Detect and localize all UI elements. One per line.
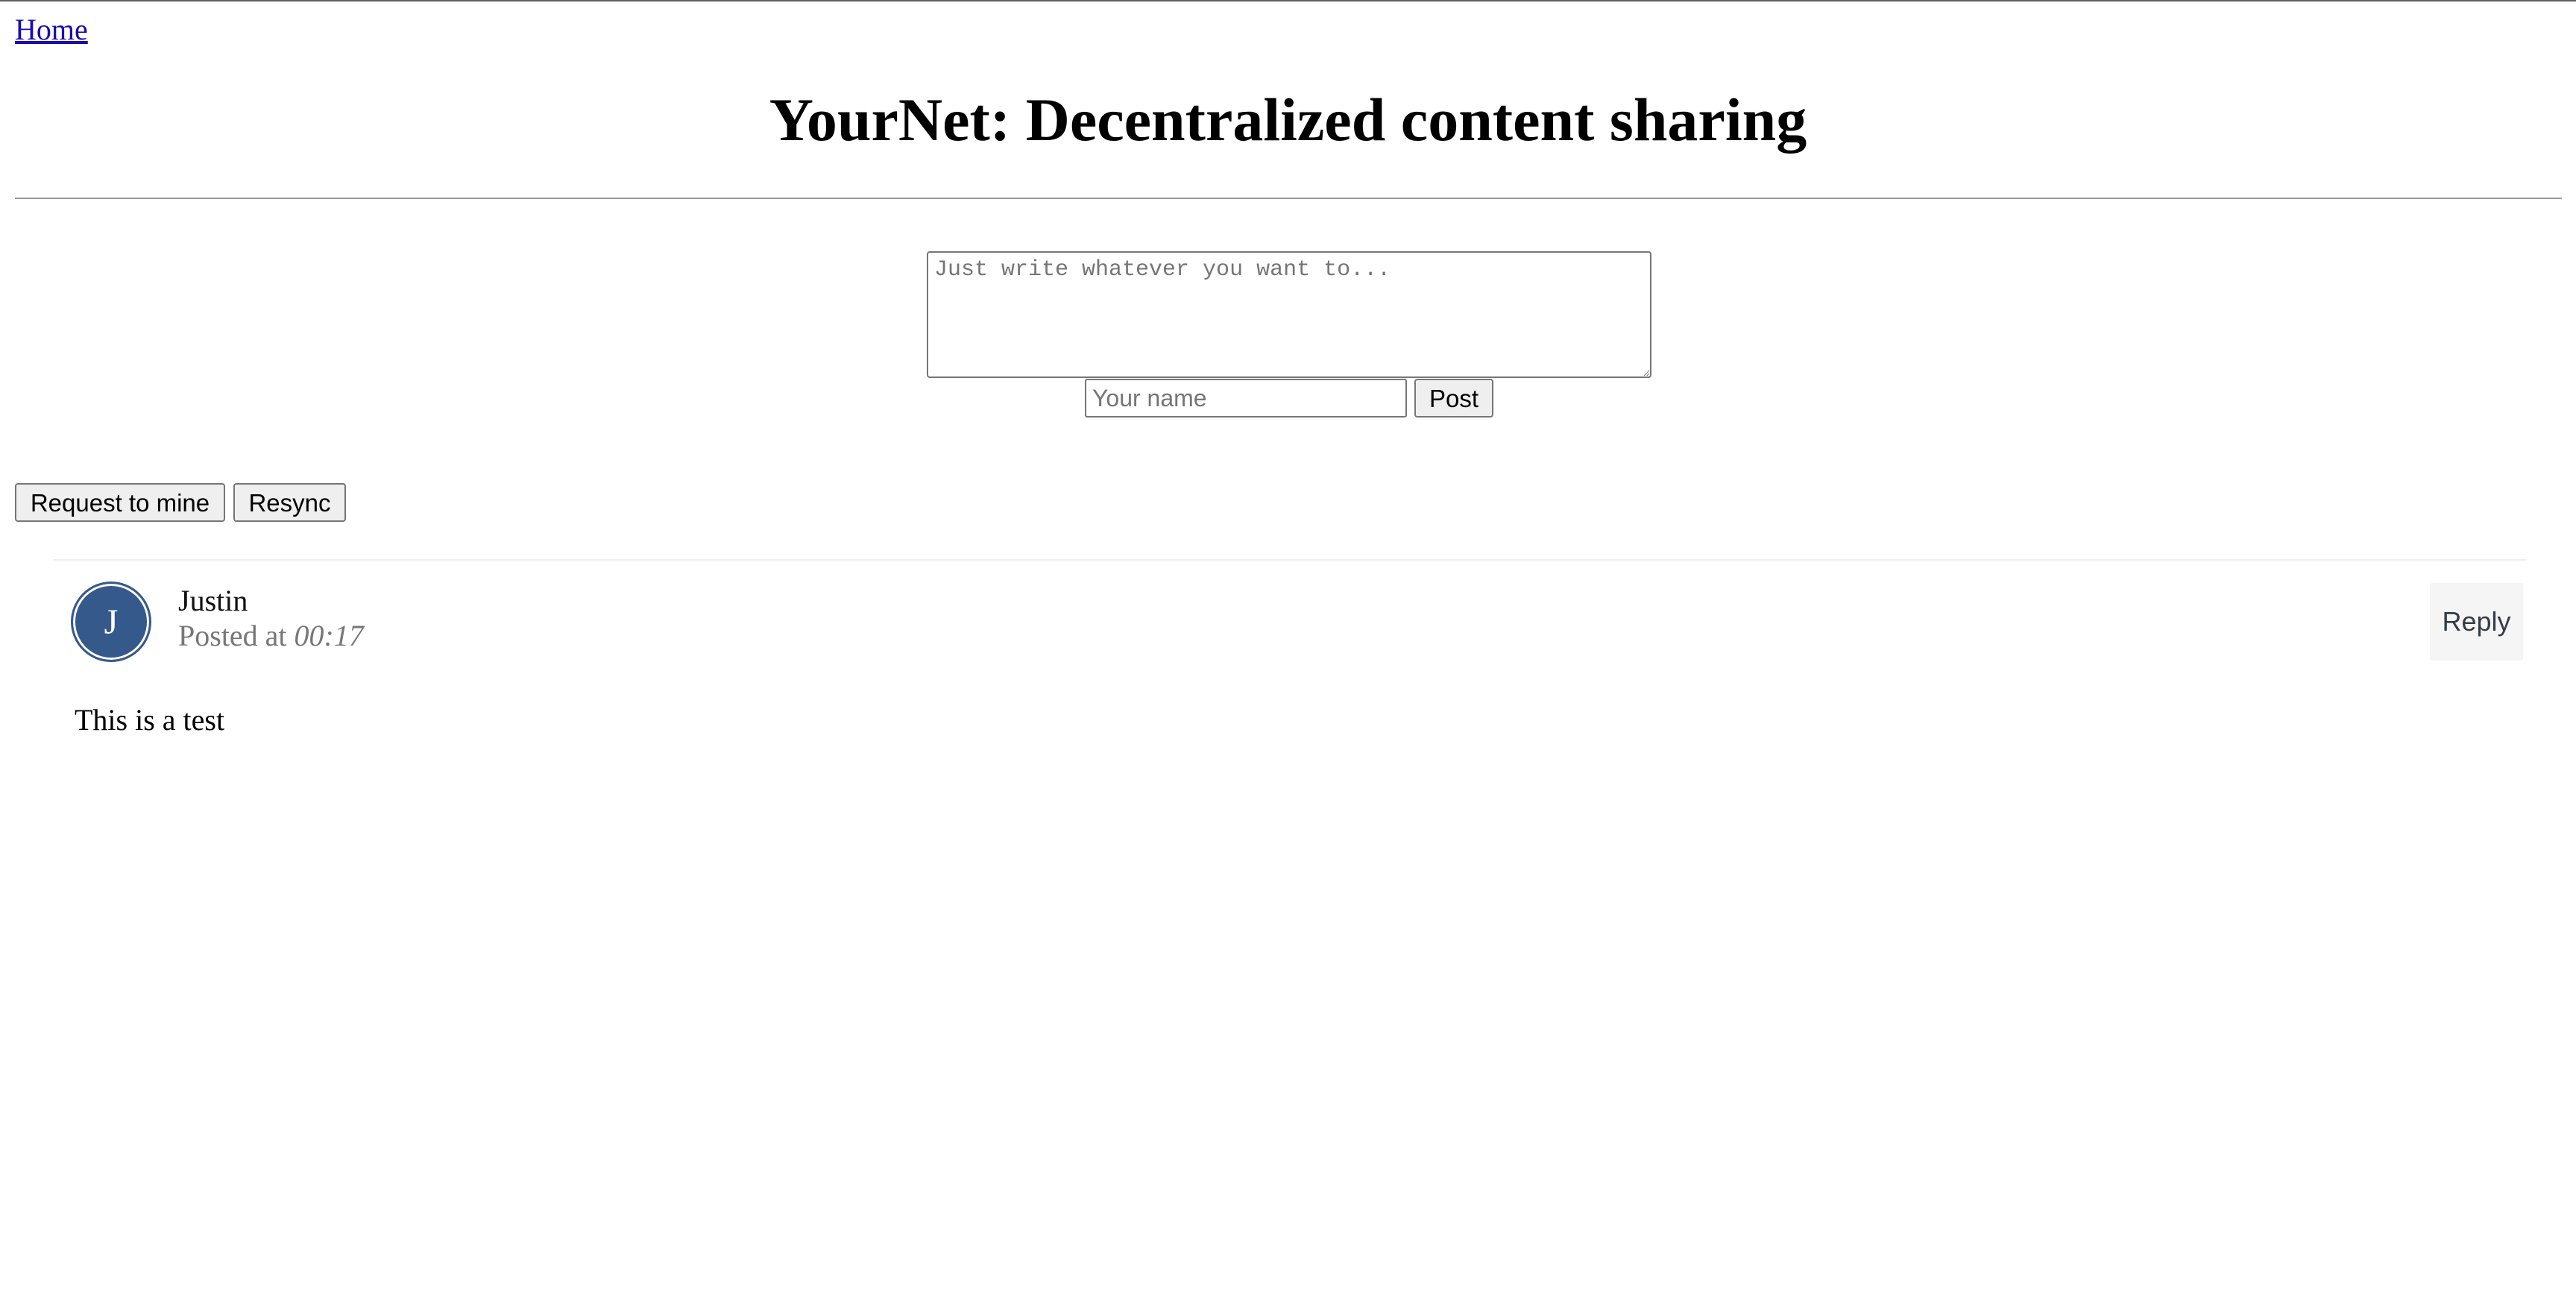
reply-button[interactable]: Reply: [2430, 583, 2523, 661]
home-link[interactable]: Home: [15, 15, 88, 45]
post-timestamp-line: Posted at 00:17: [178, 620, 364, 652]
request-to-mine-button[interactable]: Request to mine: [15, 483, 225, 522]
posted-at-label: Posted at: [178, 619, 287, 652]
post-button[interactable]: Post: [1414, 379, 1493, 417]
post-body: This is a test: [75, 703, 225, 737]
resync-button[interactable]: Resync: [233, 483, 346, 522]
avatar: J: [71, 582, 151, 662]
title-divider: [15, 198, 2562, 199]
top-border: [0, 0, 2576, 1]
name-input[interactable]: [1085, 379, 1407, 417]
post-content-textarea[interactable]: [927, 251, 1651, 378]
post-time: 00:17: [294, 619, 364, 652]
post-author: Justin: [178, 584, 248, 617]
page-title: YourNet: Decentralized content sharing: [769, 86, 1807, 154]
post-card: J Justin Posted at 00:17 Reply This is a…: [53, 561, 2527, 754]
